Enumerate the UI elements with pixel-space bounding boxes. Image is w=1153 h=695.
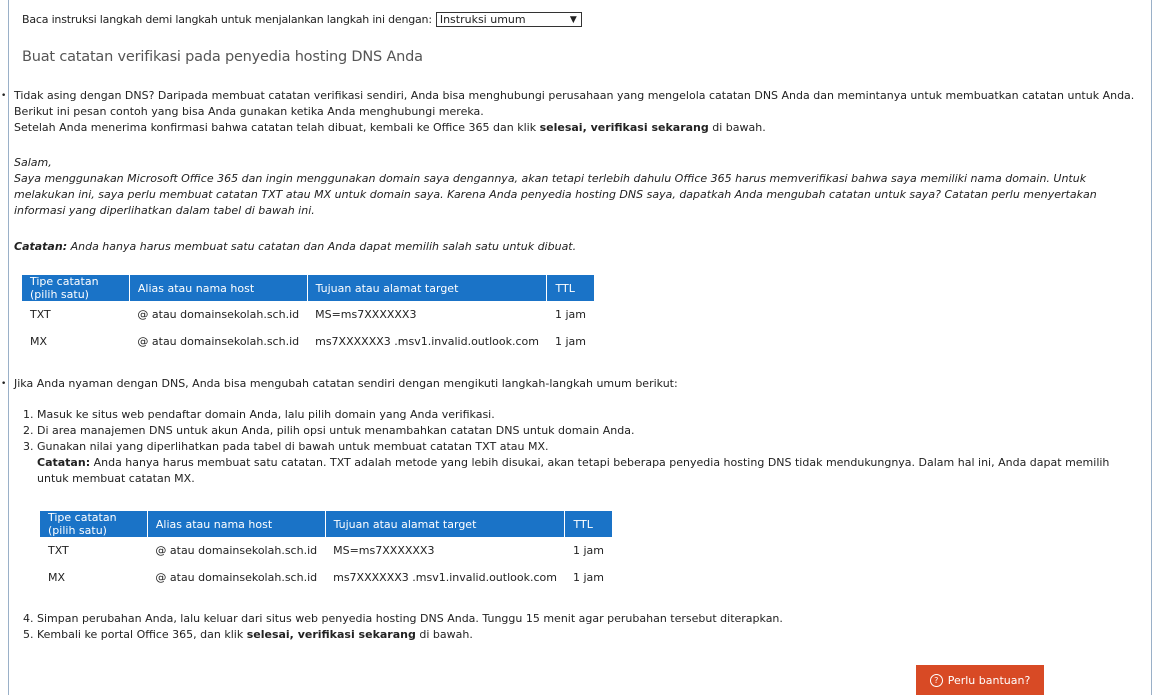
instruction-row: Baca instruksi langkah demi langkah untu… xyxy=(22,12,582,27)
instruction-label: Baca instruksi langkah demi langkah untu… xyxy=(22,13,432,26)
cell-ttl: 1 jam xyxy=(554,335,586,348)
step-5: Kembali ke portal Office 365, dan klik s… xyxy=(37,627,1144,643)
cell-alias: @ atau domainsekolah.sch.id xyxy=(155,544,318,557)
step-3: Gunakan nilai yang diperlihatkan pada ta… xyxy=(37,439,1144,487)
message-body: Saya menggunakan Microsoft Office 365 da… xyxy=(14,172,1097,217)
cell-type: TXT xyxy=(48,544,69,557)
col-target: Tujuan atau alamat target xyxy=(324,511,565,537)
step-1: Masuk ke situs web pendaftar domain Anda… xyxy=(37,407,1144,423)
step-3-note-text: Anda hanya harus membuat satu catatan. T… xyxy=(37,456,1110,485)
cell-ttl: 1 jam xyxy=(554,308,586,321)
step-5-bold: selesai, verifikasi sekarang xyxy=(246,628,416,641)
bullet-self-edit: Jika Anda nyaman dengan DNS, Anda bisa m… xyxy=(1,376,1144,392)
cell-ttl: 1 jam xyxy=(572,544,604,557)
page-heading: Buat catatan verifikasi pada penyedia ho… xyxy=(22,49,423,65)
col-alias: Alias atau nama host xyxy=(146,511,326,537)
col-ttl: TTL xyxy=(564,511,612,537)
bullet1-confirm-bold: selesai, verifikasi sekarang xyxy=(539,121,709,134)
cell-target: MS=ms7XXXXXX3 xyxy=(333,544,435,557)
dns-table-2: Tipe catatan (pilih satu) Alias atau nam… xyxy=(40,511,612,591)
bullet2-intro: Jika Anda nyaman dengan DNS, Anda bisa m… xyxy=(1,376,1144,392)
table-row: MX @ atau domainsekolah.sch.id ms7XXXXXX… xyxy=(40,564,612,591)
cell-alias: @ atau domainsekolah.sch.id xyxy=(155,571,318,584)
table-row: MX @ atau domainsekolah.sch.id ms7XXXXXX… xyxy=(22,328,594,355)
cell-type: MX xyxy=(48,571,66,584)
col-record-type: Tipe catatan (pilih satu) xyxy=(22,275,130,301)
col-target: Tujuan atau alamat target xyxy=(306,275,547,301)
step-3-text: Gunakan nilai yang diperlihatkan pada ta… xyxy=(37,440,549,453)
dropdown-arrow-icon: ▼ xyxy=(569,14,577,25)
cell-ttl: 1 jam xyxy=(572,571,604,584)
steps-list-bottom: Simpan perubahan Anda, lalu keluar dari … xyxy=(14,611,1144,643)
step-5-post: di bawah. xyxy=(415,628,473,641)
step-3-note-label: Catatan: xyxy=(37,456,91,469)
table-row: TXT @ atau domainsekolah.sch.id MS=ms7XX… xyxy=(40,537,612,564)
cell-type: MX xyxy=(30,335,48,348)
message-greeting: Salam, xyxy=(14,156,52,169)
sample-message: Salam, Saya menggunakan Microsoft Office… xyxy=(14,155,1144,219)
question-circle-icon: ? xyxy=(929,673,943,687)
note-text: Anda hanya harus membuat satu catatan da… xyxy=(67,240,577,253)
cell-target: ms7XXXXXX3 .msv1.invalid.outlook.com xyxy=(333,571,557,584)
note-one-record: Catatan: Anda hanya harus membuat satu c… xyxy=(14,239,1150,255)
help-button[interactable]: ? Perlu bantuan? xyxy=(916,665,1044,695)
table-row: TXT @ atau domainsekolah.sch.id MS=ms7XX… xyxy=(22,301,594,328)
help-button-label: Perlu bantuan? xyxy=(947,673,1031,687)
bullet1-confirm-post: di bawah. xyxy=(708,121,766,134)
dns-table-1: Tipe catatan (pilih satu) Alias atau nam… xyxy=(22,275,594,355)
instruction-select-value: Instruksi umum xyxy=(439,13,526,26)
bullet1-confirm-text: Setelah Anda menerima konfirmasi bahwa c… xyxy=(14,121,540,134)
col-alias: Alias atau nama host xyxy=(128,275,308,301)
bullet1-paragraph: Tidak asing dengan DNS? Daripada membuat… xyxy=(1,88,1144,136)
cell-alias: @ atau domainsekolah.sch.id xyxy=(137,308,300,321)
table-header-row: Tipe catatan (pilih satu) Alias atau nam… xyxy=(40,511,612,537)
step-5-text: Kembali ke portal Office 365, dan klik xyxy=(37,628,247,641)
table-header-row: Tipe catatan (pilih satu) Alias atau nam… xyxy=(22,275,594,301)
cell-alias: @ atau domainsekolah.sch.id xyxy=(137,335,300,348)
col-record-type: Tipe catatan (pilih satu) xyxy=(40,511,148,537)
bullet1-text: Tidak asing dengan DNS? Daripada membuat… xyxy=(14,89,1135,118)
note-label: Catatan: xyxy=(14,240,68,253)
instruction-type-select[interactable]: Instruksi umum ▼ xyxy=(435,12,582,27)
cell-target: MS=ms7XXXXXX3 xyxy=(315,308,417,321)
bullet-contact-provider: Tidak asing dengan DNS? Daripada membuat… xyxy=(1,88,1144,136)
step-4: Simpan perubahan Anda, lalu keluar dari … xyxy=(37,611,1144,627)
cell-type: TXT xyxy=(30,308,51,321)
cell-target: ms7XXXXXX3 .msv1.invalid.outlook.com xyxy=(315,335,539,348)
step-2: Di area manajemen DNS untuk akun Anda, p… xyxy=(37,423,1144,439)
col-ttl: TTL xyxy=(546,275,594,301)
steps-list-top: Masuk ke situs web pendaftar domain Anda… xyxy=(14,407,1144,487)
